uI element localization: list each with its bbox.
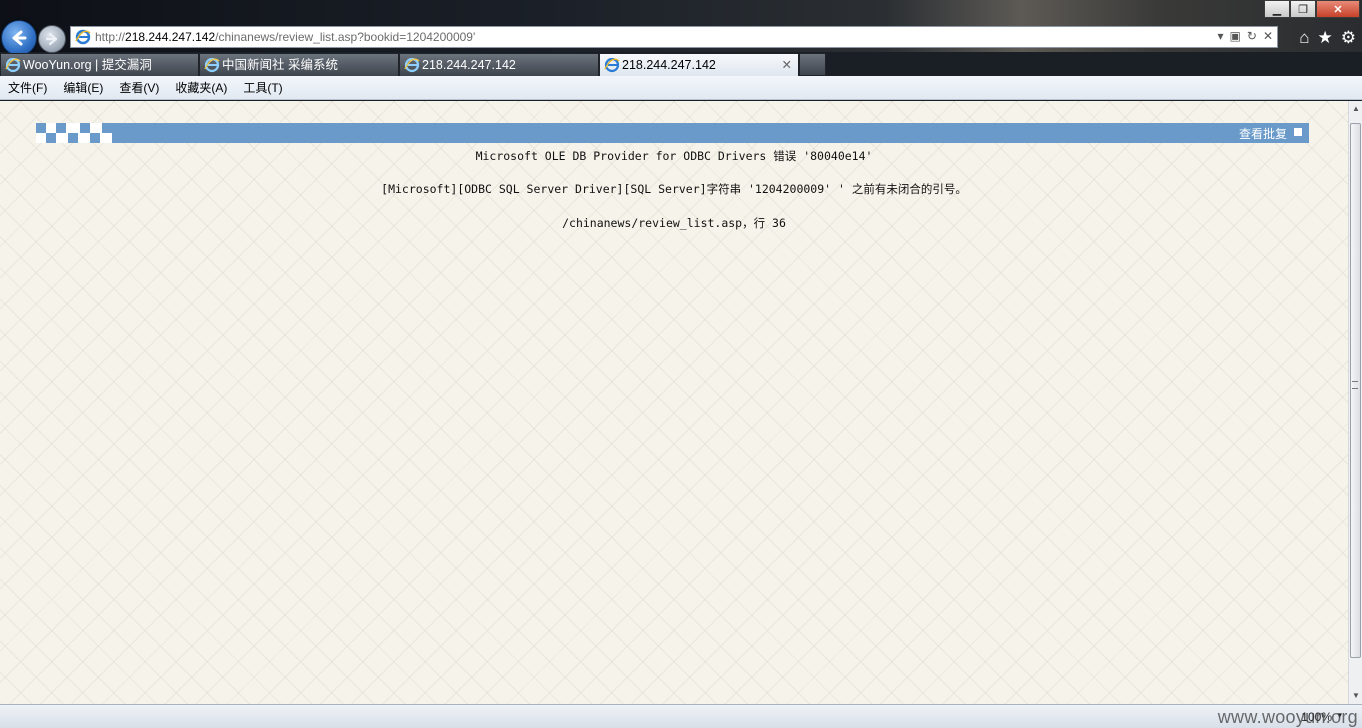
- toolbar-icons: ⌂ ★ ⚙: [1299, 28, 1356, 48]
- url-path: /chinanews/review_list.asp?bookid=120420…: [215, 30, 476, 44]
- tab-label: 218.244.247.142: [622, 58, 716, 72]
- vertical-scrollbar[interactable]: ▲ ▼: [1348, 101, 1362, 704]
- ie-tab-icon: [604, 57, 620, 73]
- window-controls: ▁ ❐ ✕: [1264, 0, 1360, 18]
- new-tab-button[interactable]: [799, 53, 826, 76]
- back-button[interactable]: [1, 20, 37, 56]
- forward-arrow-icon: [45, 32, 58, 46]
- page-content: 查看批复 Microsoft OLE DB Provider for ODBC …: [0, 101, 1348, 704]
- browser-title-bar: ▁ ❐ ✕ http://218.244.247.142/chinanews/r…: [0, 0, 1362, 56]
- scroll-grip-icon: [1352, 381, 1358, 389]
- tab-label: 218.244.247.142: [422, 58, 516, 72]
- close-window-button[interactable]: ✕: [1316, 0, 1360, 18]
- favorites-star-icon[interactable]: ★: [1318, 28, 1333, 48]
- url-scheme: http://: [95, 30, 126, 44]
- stop-icon[interactable]: ✕: [1263, 29, 1273, 43]
- address-url[interactable]: http://218.244.247.142/chinanews/review_…: [95, 30, 475, 44]
- error-title: Microsoft OLE DB Provider for ODBC Drive…: [475, 149, 873, 163]
- error-message: [Microsoft][ODBC SQL Server Driver][SQL …: [381, 182, 967, 196]
- ie-page-icon: [75, 29, 91, 45]
- refresh-icon[interactable]: ↻: [1247, 29, 1257, 43]
- ie-tab-icon: [5, 57, 21, 73]
- tab-chinanews[interactable]: 中国新闻社 采编系统: [199, 53, 399, 76]
- minimize-button[interactable]: ▁: [1264, 0, 1290, 18]
- ie-tab-icon: [404, 57, 420, 73]
- menu-file[interactable]: 文件(F): [8, 79, 47, 96]
- url-host: 218.244.247.142: [125, 30, 216, 44]
- square-bullet-icon: [1294, 128, 1302, 136]
- watermark: www.wooyun.org: [1217, 707, 1358, 727]
- scroll-down-arrow-icon[interactable]: ▼: [1350, 690, 1362, 702]
- back-arrow-icon: [12, 30, 27, 46]
- tools-gear-icon[interactable]: ⚙: [1341, 28, 1356, 48]
- menu-bar: 文件(F) 编辑(E) 查看(V) 收藏夹(A) 工具(T): [0, 76, 1362, 100]
- menu-tools[interactable]: 工具(T): [243, 79, 282, 96]
- header-mosaic-decoration: [36, 123, 112, 143]
- ie-tab-icon: [204, 57, 220, 73]
- tab-label: 中国新闻社 采编系统: [222, 58, 338, 72]
- address-bar[interactable]: http://218.244.247.142/chinanews/review_…: [70, 26, 1278, 48]
- menu-favorites[interactable]: 收藏夹(A): [175, 79, 227, 96]
- tab-close-icon[interactable]: ✕: [782, 54, 792, 76]
- scroll-thumb[interactable]: [1350, 123, 1361, 658]
- menu-view[interactable]: 查看(V): [119, 79, 159, 96]
- home-icon[interactable]: ⌂: [1299, 28, 1309, 48]
- status-bar: 100% ▾ www.wooyun.org: [0, 704, 1362, 728]
- tab-strip: WooYun.org | 提交漏洞 中国新闻社 采编系统 218.244.247…: [0, 52, 1362, 76]
- address-actions: ▾ ▣ ↻ ✕: [1218, 29, 1274, 43]
- tab-label: WooYun.org | 提交漏洞: [23, 58, 152, 72]
- compatibility-icon[interactable]: ▣: [1230, 29, 1241, 43]
- maximize-button[interactable]: ❐: [1290, 0, 1316, 18]
- view-review-link[interactable]: 查看批复: [1239, 125, 1287, 142]
- header-band: 查看批复: [36, 123, 1309, 143]
- forward-button[interactable]: [38, 25, 66, 53]
- tab-ip-1[interactable]: 218.244.247.142: [399, 53, 599, 76]
- tab-ip-active[interactable]: 218.244.247.142 ✕: [599, 53, 799, 76]
- menu-edit[interactable]: 编辑(E): [63, 79, 103, 96]
- tab-wooyun[interactable]: WooYun.org | 提交漏洞: [0, 53, 199, 76]
- scroll-up-arrow-icon[interactable]: ▲: [1350, 103, 1362, 115]
- dropdown-icon[interactable]: ▾: [1218, 29, 1224, 43]
- error-location: /chinanews/review_list.asp，行 36: [562, 216, 786, 230]
